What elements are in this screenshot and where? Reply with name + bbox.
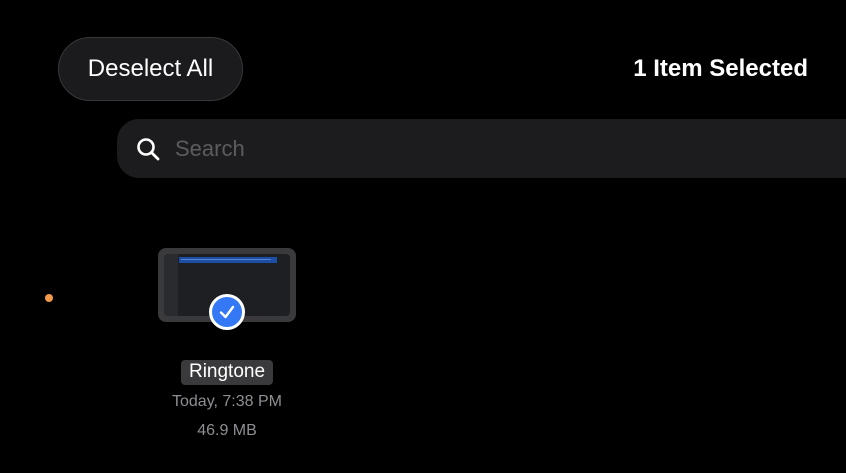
selected-checkmark-icon[interactable] bbox=[209, 294, 245, 330]
tag-color-dot bbox=[45, 294, 53, 302]
file-size: 46.9 MB bbox=[197, 422, 257, 439]
checkmark-icon bbox=[219, 305, 235, 319]
search-input[interactable] bbox=[173, 134, 737, 163]
file-thumbnail[interactable] bbox=[158, 248, 296, 330]
thumbnail-track bbox=[179, 257, 277, 263]
file-date: Today, 7:38 PM bbox=[172, 393, 282, 410]
search-icon bbox=[137, 137, 160, 160]
search-bar[interactable] bbox=[117, 119, 846, 178]
file-name[interactable]: Ringtone bbox=[180, 360, 274, 385]
thumbnail-sidebar bbox=[164, 254, 178, 316]
selection-count: 1 Item Selected bbox=[633, 55, 808, 82]
thumbnail-waveform bbox=[181, 259, 271, 260]
deselect-all-button[interactable]: Deselect All bbox=[58, 37, 243, 101]
file-item[interactable]: Ringtone Today, 7:38 PM 46.9 MB bbox=[158, 248, 296, 440]
